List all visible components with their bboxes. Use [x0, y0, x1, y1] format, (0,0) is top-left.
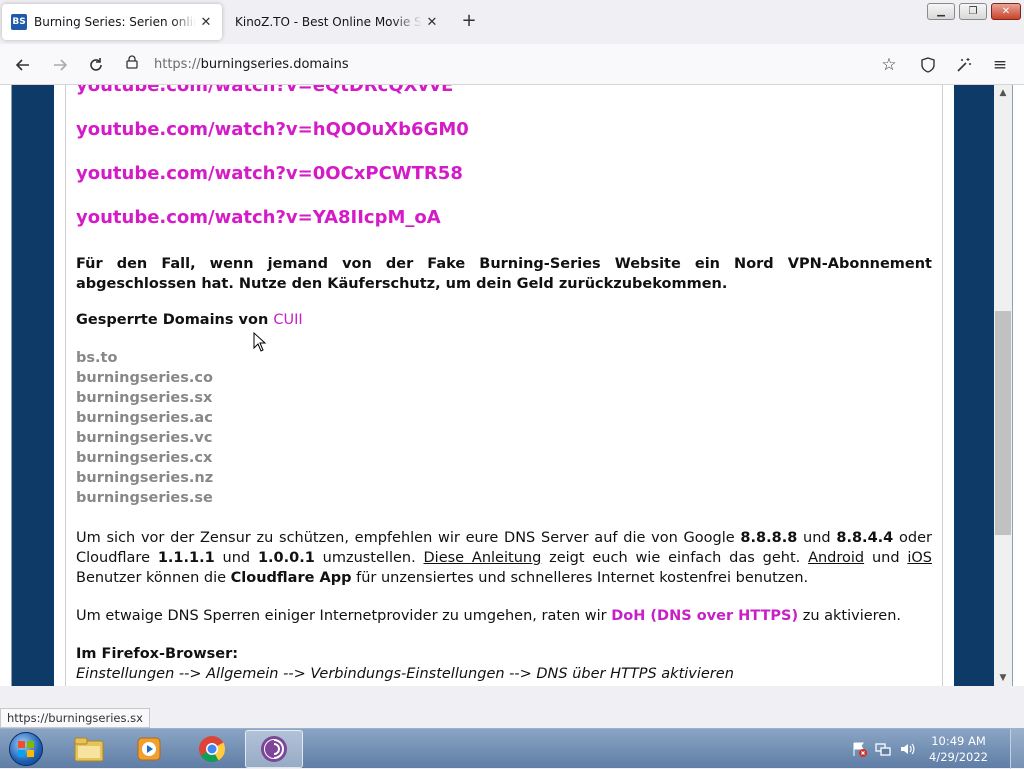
taskbar-chrome[interactable] [183, 730, 241, 768]
burning-series-favicon-icon: BS [11, 14, 27, 30]
side-background [954, 85, 994, 686]
link-status-bar: https://burningseries.sx [0, 708, 150, 728]
youtube-link[interactable]: youtube.com/watch?v=hQOOuXb6GM0 [76, 119, 469, 140]
list-item: burningseries.co [76, 370, 213, 386]
lock-icon[interactable] [126, 55, 146, 73]
windows-taskbar: 10:49 AM 4/29/2022 [0, 728, 1024, 769]
blocked-domain-list: bs.to burningseries.co burningseries.sx … [76, 348, 213, 508]
scroll-down-arrow-icon[interactable]: ▼ [994, 670, 1012, 686]
taskbar-tor-browser[interactable] [245, 730, 303, 768]
vpn-warning-text: Für den Fall, wenn jemand von der Fake B… [76, 256, 932, 292]
new-tab-plus-icon[interactable]: + [459, 12, 479, 32]
doh-paragraph: Um etwaige DNS Sperren einiger Internetp… [76, 608, 902, 624]
page-edge [0, 85, 12, 686]
page-scrollbar[interactable]: ▲ ▼ [994, 85, 1012, 686]
reload-icon[interactable] [83, 52, 109, 78]
bookmark-star-icon[interactable]: ☆ [876, 52, 902, 78]
hamburger-menu-icon[interactable]: ≡ [987, 52, 1013, 78]
url-bar[interactable]: https://burningseries.domains [118, 49, 908, 79]
tab-strip: BS Burning Series: Serien online sehen ✕… [0, 0, 1024, 44]
action-center-flag-icon[interactable] [851, 741, 868, 757]
android-link[interactable]: Android [808, 550, 864, 566]
close-window-icon[interactable]: ✕ [991, 3, 1021, 20]
system-tray: 10:49 AM 4/29/2022 [851, 729, 988, 769]
extensions-wand-icon[interactable] [951, 52, 977, 78]
list-item: burningseries.nz [76, 470, 214, 486]
taskbar-clock[interactable]: 10:49 AM 4/29/2022 [929, 733, 988, 765]
page-edge [1012, 85, 1024, 686]
youtube-link[interactable]: youtube.com/watch?v=eQtDRcQXvvE [76, 85, 453, 96]
shield-icon[interactable] [915, 52, 941, 78]
forward-arrow-icon[interactable] [47, 52, 73, 78]
window-bottom-area [0, 686, 1024, 728]
close-tab-icon[interactable]: ✕ [422, 12, 442, 32]
tab-title: Burning Series: Serien online sehen [34, 15, 196, 29]
clock-date: 4/29/2022 [929, 750, 988, 764]
windows-logo-icon [9, 732, 43, 766]
cuii-link[interactable]: CUII [273, 312, 302, 328]
restore-icon[interactable]: ❐ [959, 3, 987, 20]
youtube-link[interactable]: youtube.com/watch?v=YA8IIcpM_oA [76, 207, 441, 228]
main-content: youtube.com/watch?v=eQtDRcQXvvE youtube.… [54, 85, 954, 686]
navigation-toolbar: https://burningseries.domains ☆ ≡ [0, 44, 1024, 85]
scroll-up-arrow-icon[interactable]: ▲ [994, 85, 1012, 101]
tab-title: KinoZ.TO - Best Online Movie Streaming [235, 15, 422, 29]
firefox-heading: Im Firefox-Browser: [76, 646, 239, 662]
side-background [12, 85, 54, 686]
volume-icon[interactable] [899, 741, 915, 757]
tab-burning-series[interactable]: BS Burning Series: Serien online sehen ✕ [2, 4, 222, 40]
network-icon[interactable] [875, 741, 891, 757]
url-text[interactable]: https://burningseries.domains [154, 57, 349, 72]
minimize-icon[interactable]: ▁ [927, 3, 955, 20]
back-arrow-icon[interactable] [10, 52, 36, 78]
firefox-instructions: Im Firefox-Browser: Einstellungen --> All… [76, 644, 932, 684]
guide-link[interactable]: Diese Anleitung [424, 550, 542, 566]
firefox-settings-path: Einstellungen --> Allgemein --> Verbindu… [76, 666, 734, 682]
show-desktop-button[interactable] [1010, 729, 1024, 769]
taskbar-file-explorer[interactable] [60, 730, 118, 768]
list-item: burningseries.cx [76, 450, 213, 466]
blocked-domains-heading: Gesperrte Domains von CUII [76, 312, 303, 328]
ios-link[interactable]: iOS [907, 550, 932, 566]
taskbar-media-player[interactable] [120, 730, 178, 768]
close-tab-icon[interactable]: ✕ [196, 12, 216, 32]
youtube-link[interactable]: youtube.com/watch?v=0OCxPCWTR58 [76, 163, 463, 184]
clock-time: 10:49 AM [931, 734, 986, 748]
list-item: burningseries.sx [76, 390, 213, 406]
page-viewport: youtube.com/watch?v=eQtDRcQXvvE youtube.… [0, 85, 1024, 686]
tab-kinoz[interactable]: KinoZ.TO - Best Online Movie Streaming ✕ [226, 4, 448, 40]
chrome-icon [199, 736, 226, 763]
content-box: youtube.com/watch?v=eQtDRcQXvvE youtube.… [65, 85, 943, 686]
window-controls: ▁ ❐ ✕ [927, 3, 1021, 20]
list-item: bs.to [76, 350, 118, 366]
doh-link[interactable]: DoH (DNS over HTTPS) [611, 608, 798, 624]
list-item: burningseries.se [76, 490, 213, 506]
media-player-icon [137, 737, 161, 761]
start-button[interactable] [2, 730, 50, 768]
mouse-cursor-icon [253, 332, 267, 352]
folder-icon [74, 737, 104, 762]
tor-browser-icon [261, 736, 287, 762]
list-item: burningseries.vc [76, 430, 213, 446]
dns-recommendation-paragraph: Um sich vor der Zensur zu schützen, empf… [76, 530, 932, 586]
scrollbar-thumb[interactable] [995, 311, 1011, 535]
list-item: burningseries.ac [76, 410, 213, 426]
